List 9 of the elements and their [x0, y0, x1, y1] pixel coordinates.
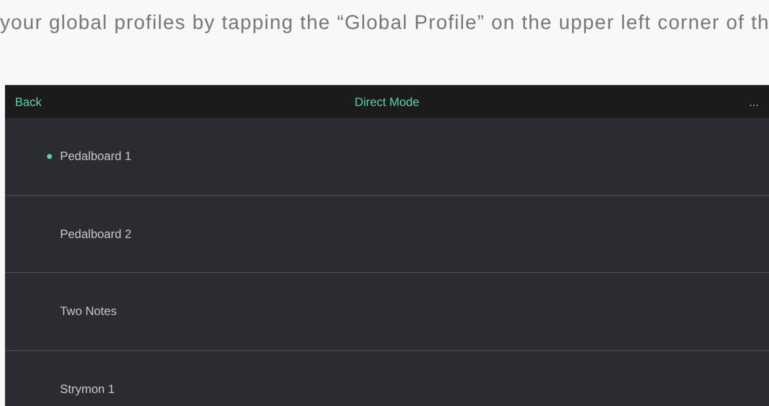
screen-title: Direct Mode [354, 94, 420, 110]
more-button[interactable]: ... [748, 96, 759, 108]
profile-row[interactable]: Pedalboard 2 [5, 196, 769, 273]
profile-label: Pedalboard 2 [60, 226, 132, 243]
profile-label: Two Notes [60, 303, 117, 320]
profile-label: Pedalboard 1 [60, 148, 132, 166]
caption-text: your global profiles by tapping the “Global Profile” on the upper left corner of th [0, 11, 769, 36]
profile-label: Strymon 1 [60, 380, 115, 398]
back-button[interactable]: Back [15, 92, 42, 110]
